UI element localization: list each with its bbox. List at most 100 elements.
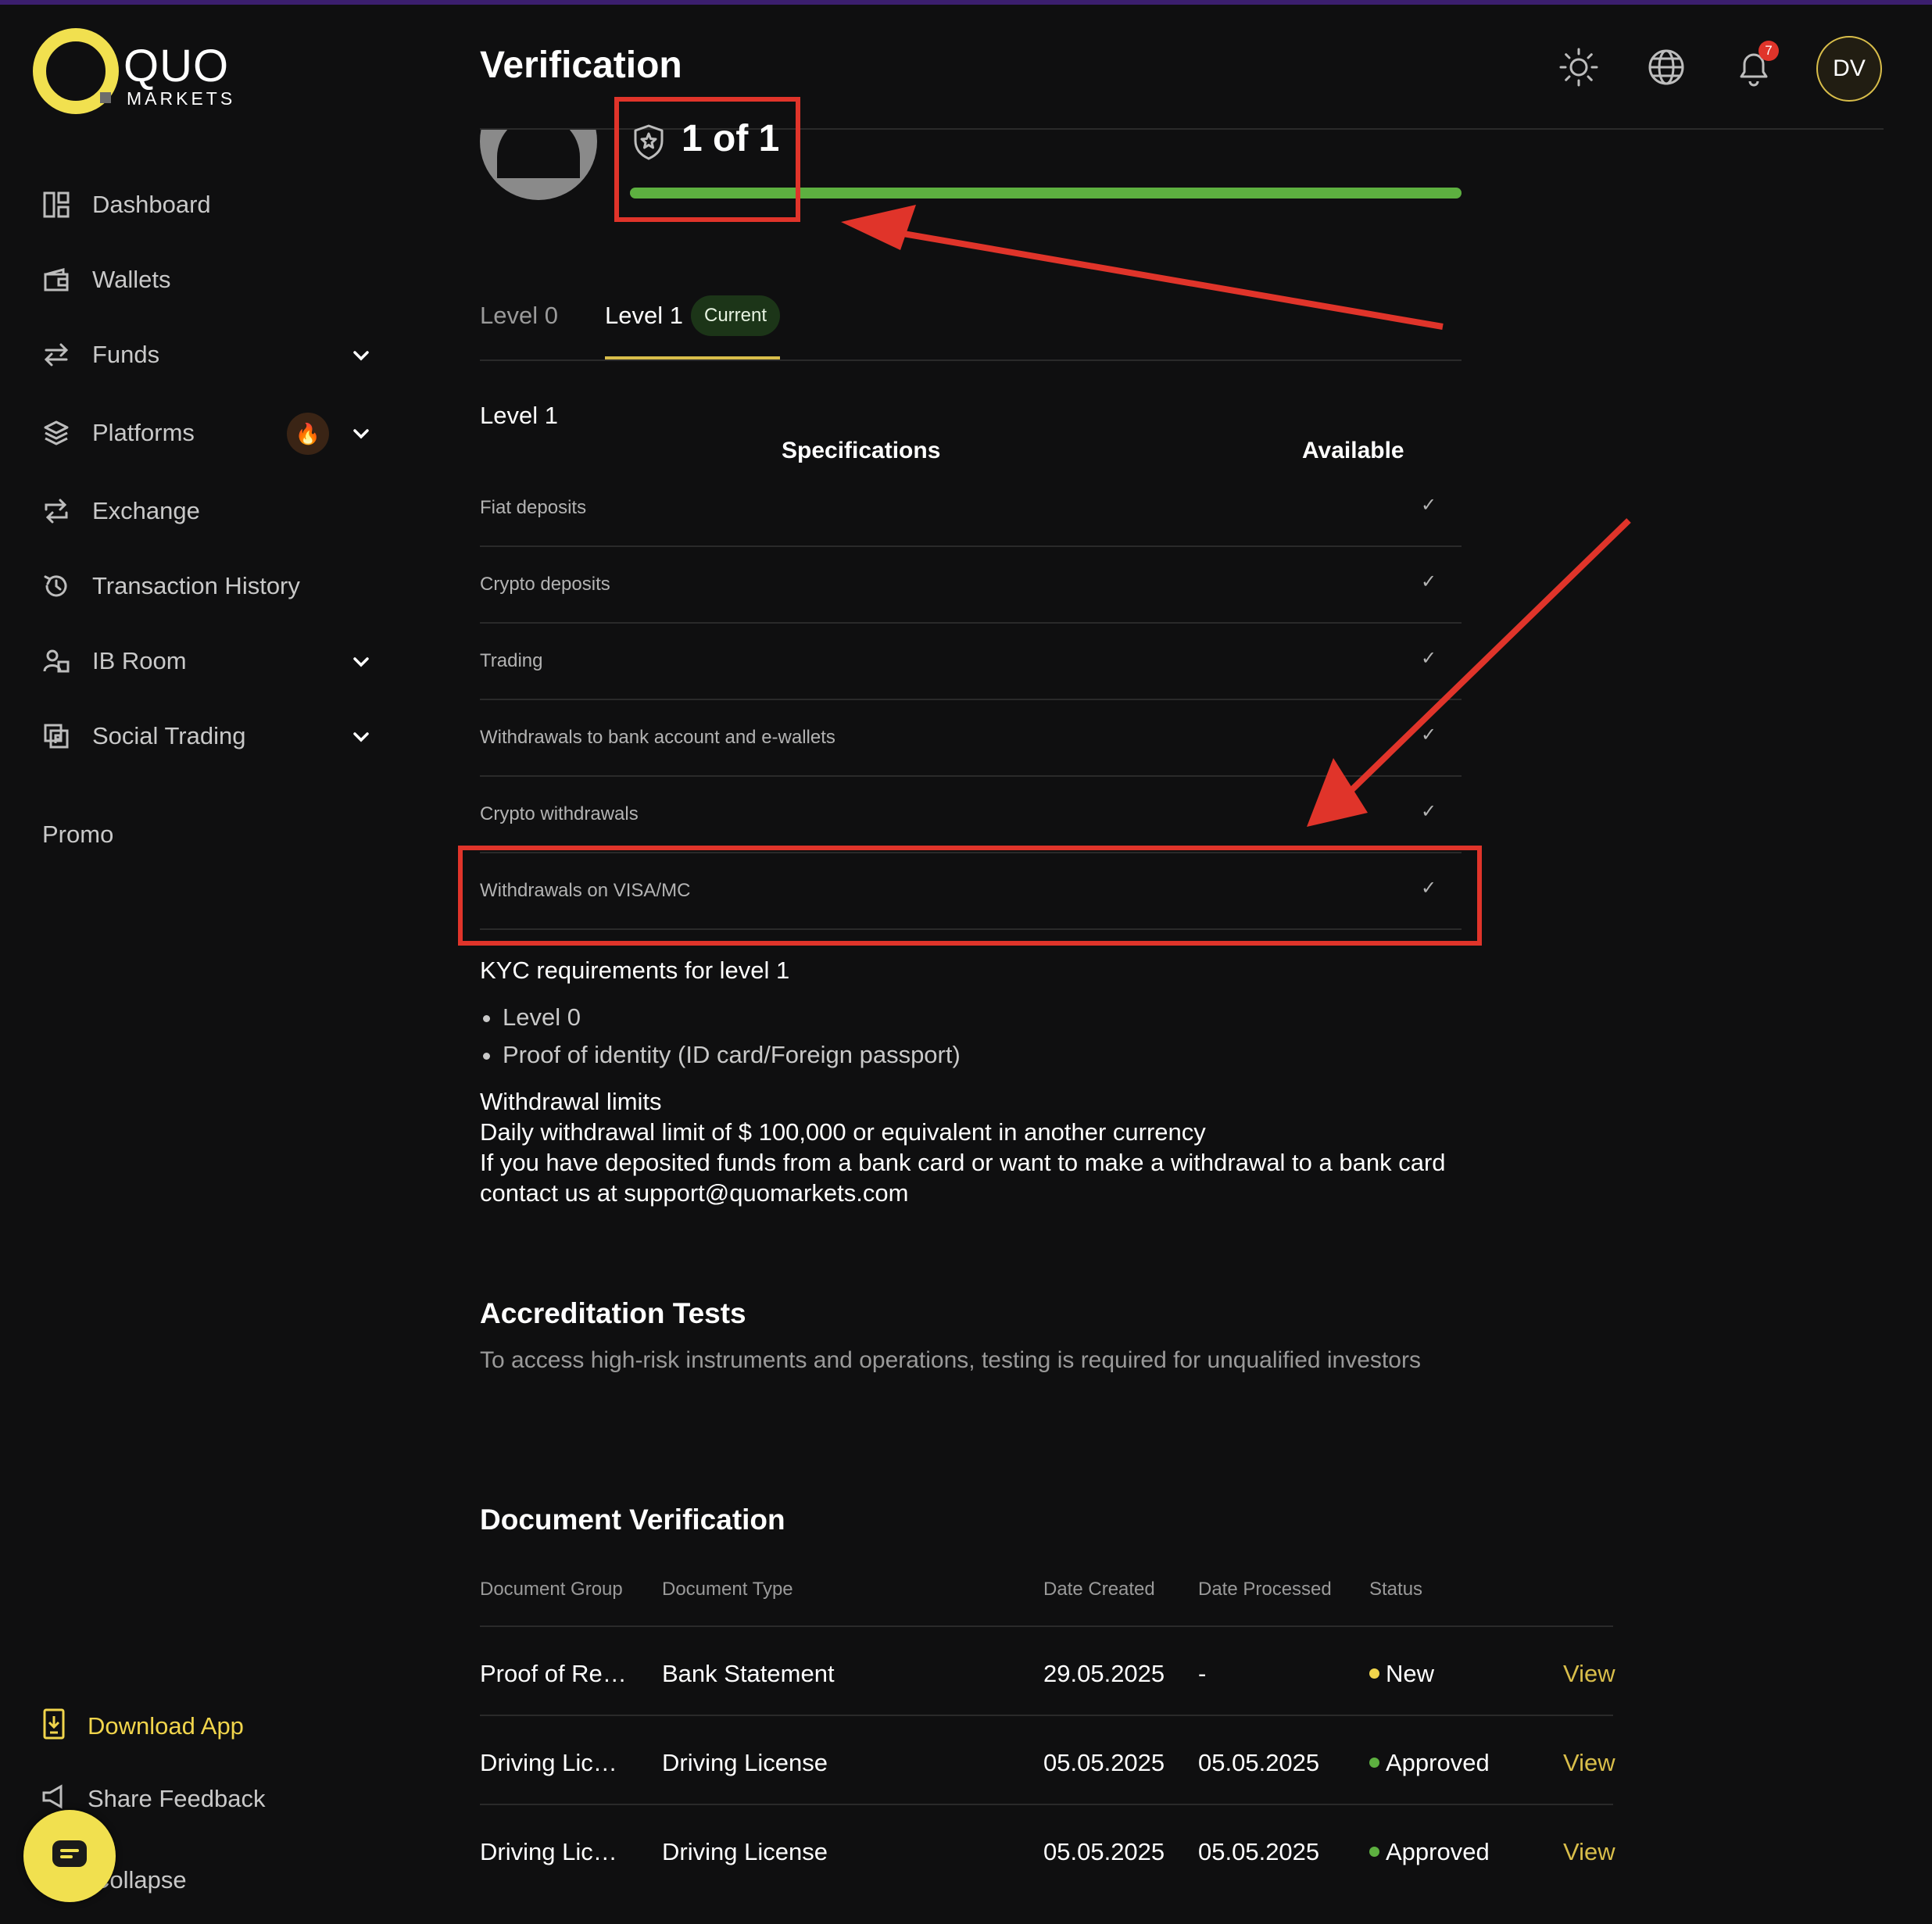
profile-avatar [480, 130, 597, 200]
annotation-arrow-icon [841, 205, 1444, 330]
status-text: Approved [1386, 1749, 1490, 1776]
kyc-title: KYC requirements for level 1 [480, 957, 790, 984]
sidebar-item-social-trading[interactable]: Social Trading [41, 713, 385, 760]
col-document-type: Document Type [662, 1579, 793, 1600]
status-dot-icon [1369, 1847, 1379, 1858]
notifications-button[interactable]: 7 [1730, 41, 1779, 91]
user-avatar-button[interactable]: DV [1816, 36, 1882, 102]
sidebar-item-promo[interactable]: Promo [42, 821, 113, 849]
sidebar-item-label: Social Trading [92, 722, 246, 749]
status-badge: New [1369, 1660, 1434, 1688]
page-title: Verification [480, 45, 682, 86]
theme-sun-icon [1559, 48, 1598, 87]
doc-group: Driving Lic… [480, 1749, 617, 1776]
sidebar-item-label: IB Room [92, 647, 187, 674]
logo-square-icon [100, 92, 111, 103]
specifications-header: Specifications [782, 438, 941, 463]
spec-label: Crypto withdrawals [480, 803, 639, 824]
sidebar-item-dashboard[interactable]: Dashboard [41, 181, 385, 228]
logo-sub: MARKETS [127, 88, 236, 109]
withdrawal-limits-title: Withdrawal limits [480, 1088, 662, 1115]
layers-icon [41, 417, 72, 449]
spec-row-trading: Trading ✓ [480, 624, 1462, 700]
mobile-download-icon [41, 1708, 67, 1743]
doc-date-created: 05.05.2025 [1043, 1749, 1165, 1776]
spec-label: Withdrawals to bank account and e-wallet… [480, 727, 835, 748]
doc-group: Proof of Re… [480, 1660, 627, 1687]
spec-row-crypto-withdrawals: Crypto withdrawals ✓ [480, 777, 1462, 853]
notification-count-badge: 7 [1758, 41, 1779, 61]
top-accent-line [0, 0, 1932, 5]
sidebar-item-funds[interactable]: Funds [41, 331, 385, 378]
chevron-down-icon[interactable] [348, 342, 374, 369]
status-text: Approved [1386, 1838, 1490, 1865]
copy-trading-icon [41, 721, 72, 752]
doc-date-created: 05.05.2025 [1043, 1838, 1165, 1865]
sidebar-item-label: Transaction History [92, 572, 300, 599]
sidebar-item-label: Wallets [92, 266, 171, 293]
users-icon [41, 646, 72, 677]
kyc-item-text: Proof of identity (ID card/Foreign passp… [503, 1041, 961, 1068]
col-date-processed: Date Processed [1198, 1579, 1332, 1600]
chevron-down-icon[interactable] [348, 420, 374, 447]
sidebar-item-exchange[interactable]: Exchange [41, 488, 385, 535]
chat-bubble-icon [51, 1839, 88, 1874]
check-icon: ✓ [1421, 801, 1437, 822]
kyc-item: Level 0 [483, 1003, 581, 1032]
globe-icon [1648, 49, 1684, 85]
spec-row-fiat-deposits: Fiat deposits ✓ [480, 470, 1462, 547]
spec-row-crypto-deposits: Crypto deposits ✓ [480, 547, 1462, 624]
download-app-button[interactable]: Download App [41, 1708, 244, 1743]
doc-group: Driving Lic… [480, 1838, 617, 1865]
share-feedback-label: Share Feedback [88, 1784, 266, 1812]
table-row: Driving Lic… Driving License 05.05.2025 … [480, 1805, 1615, 1894]
withdrawal-bank-card-note: If you have deposited funds from a bank … [480, 1149, 1446, 1176]
kyc-item-text: Level 0 [503, 1003, 581, 1031]
doc-type: Bank Statement [662, 1660, 835, 1687]
sidebar-item-label: Funds [92, 341, 160, 368]
annotation-highlight-box [458, 846, 1482, 946]
history-icon [41, 570, 72, 602]
document-verification-title: Document Verification [480, 1504, 785, 1536]
kyc-item: Proof of identity (ID card/Foreign passp… [483, 1041, 961, 1069]
level-title: Level 1 [480, 402, 558, 429]
annotation-highlight-box [614, 97, 800, 222]
doc-type: Driving License [662, 1838, 828, 1865]
status-badge: Approved [1369, 1749, 1490, 1777]
fire-icon: 🔥 [287, 413, 329, 455]
accreditation-title: Accreditation Tests [480, 1297, 746, 1329]
logo-name: QUO [123, 41, 230, 91]
view-document-link[interactable]: View [1563, 1838, 1615, 1866]
col-document-group: Document Group [480, 1579, 623, 1600]
spec-label: Trading [480, 650, 543, 671]
view-document-link[interactable]: View [1563, 1660, 1615, 1688]
tab-level-1[interactable]: Level 1 [605, 302, 683, 330]
sidebar-item-wallets[interactable]: Wallets [41, 256, 385, 303]
spec-row-bank-withdrawals: Withdrawals to bank account and e-wallet… [480, 700, 1462, 777]
sidebar-item-platforms[interactable]: Platforms 🔥 [41, 409, 385, 456]
doc-date-processed: 05.05.2025 [1198, 1749, 1320, 1776]
tab-level-0[interactable]: Level 0 [480, 302, 558, 330]
chevron-down-icon[interactable] [348, 649, 374, 675]
table-row: Proof of Re… Bank Statement 29.05.2025 -… [480, 1627, 1615, 1716]
available-header: Available [1302, 438, 1404, 463]
check-icon: ✓ [1421, 724, 1437, 746]
col-status: Status [1369, 1579, 1423, 1600]
sidebar-item-ib-room[interactable]: IB Room [41, 638, 385, 685]
chevron-down-icon[interactable] [348, 724, 374, 750]
chat-support-button[interactable] [23, 1810, 116, 1902]
spec-label: Crypto deposits [480, 574, 610, 595]
transfer-arrows-icon [41, 339, 72, 370]
sidebar-item-transaction-history[interactable]: Transaction History [41, 563, 385, 610]
share-feedback-button[interactable]: Share Feedback [41, 1783, 265, 1814]
doc-date-processed: - [1198, 1660, 1207, 1687]
accreditation-description: To access high-risk instruments and oper… [480, 1347, 1421, 1373]
doc-date-created: 29.05.2025 [1043, 1660, 1165, 1687]
view-document-link[interactable]: View [1563, 1749, 1615, 1777]
support-contact: contact us at support@quomarkets.com [480, 1179, 909, 1207]
theme-toggle-button[interactable] [1555, 44, 1602, 91]
sidebar-item-label: Platforms [92, 419, 195, 446]
wallet-icon [41, 264, 72, 295]
language-button[interactable] [1643, 44, 1690, 91]
doc-date-processed: 05.05.2025 [1198, 1838, 1320, 1865]
